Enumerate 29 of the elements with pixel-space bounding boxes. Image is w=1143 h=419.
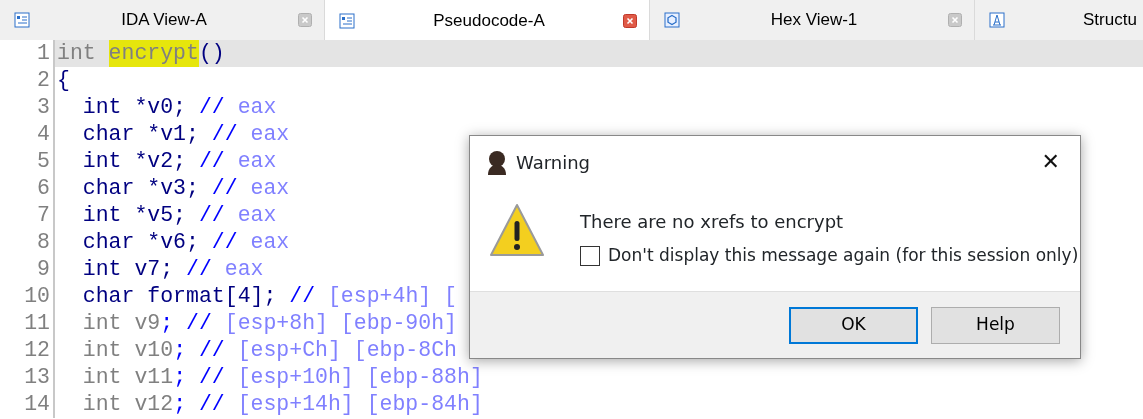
code-line: int *v5; // eax	[81, 202, 277, 229]
code-line: char format[4]; // [esp+4h] [	[81, 283, 457, 310]
code-line: char *v6; // eax	[81, 229, 290, 256]
line-number: 1	[0, 40, 55, 67]
code-line: int *v0; // eax	[81, 94, 277, 121]
message-text: There are no xrefs to encrypt	[580, 210, 845, 234]
tab[interactable]: Pseudocode-A	[325, 0, 650, 41]
code-line: int v12; // [esp+14h] [ebp-84h]	[81, 391, 483, 418]
letter-icon	[989, 12, 1005, 28]
tab[interactable]: IDA View-A	[0, 0, 325, 40]
code-line: int v10; // [esp+Ch] [ebp-8Ch	[81, 337, 457, 364]
document-icon	[339, 12, 355, 29]
warning-icon	[488, 202, 546, 258]
code-line: int v9; // [esp+8h] [ebp-90h]	[81, 310, 457, 337]
close-icon[interactable]	[623, 13, 637, 28]
code-line: char *v1; // eax	[81, 121, 290, 148]
close-button[interactable]: ✕	[1031, 147, 1070, 177]
dialog-button[interactable]: OK	[789, 306, 918, 344]
tab[interactable]: Hex View-1	[650, 0, 975, 40]
dialog-button[interactable]: Help	[931, 306, 1060, 344]
code-line: int v11; // [esp+10h] [ebp-88h]	[81, 364, 483, 391]
dialog-title: Warning	[516, 150, 590, 175]
code-line: {	[57, 67, 70, 94]
code-line: int *v2; // eax	[81, 148, 277, 175]
code-line: int v7; // eax	[81, 256, 264, 283]
dont-show-checkbox[interactable]: Don't display this message again (for this session only)	[580, 243, 1079, 269]
code-line: char *v3; // eax	[81, 175, 290, 202]
hexagon-icon	[664, 12, 680, 28]
document-icon	[14, 12, 30, 28]
